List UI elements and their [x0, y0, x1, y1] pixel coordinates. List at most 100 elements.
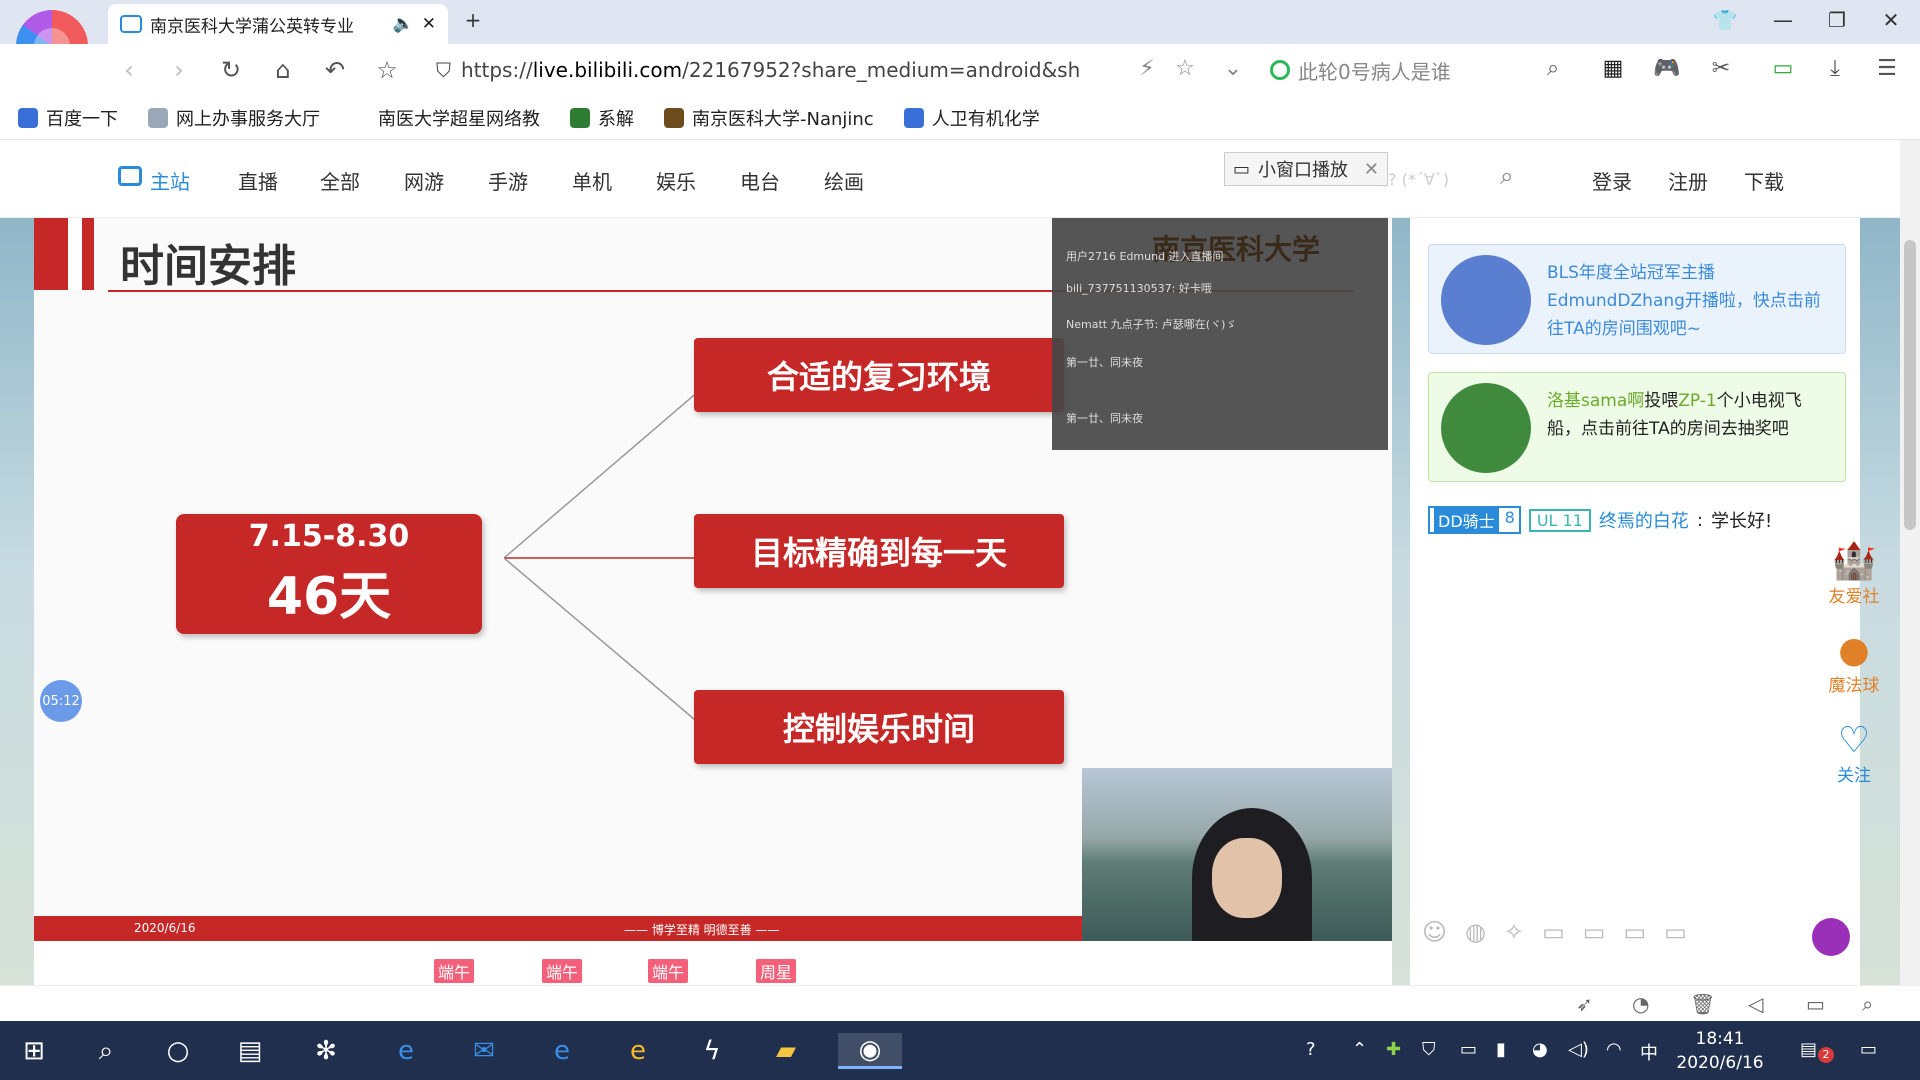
help-icon[interactable]: ?: [1306, 1039, 1316, 1060]
widget-follow[interactable]: ♡ 关注: [1816, 720, 1892, 786]
download-icon[interactable]: ⤓: [1818, 56, 1852, 81]
restore-button[interactable]: ❐: [1820, 8, 1854, 32]
new-tab-button[interactable]: +: [456, 8, 490, 32]
mail-icon[interactable]: ✉: [462, 1033, 506, 1069]
game-icon[interactable]: 🎮: [1650, 56, 1684, 81]
mic-icon[interactable]: ▮: [1496, 1039, 1506, 1060]
register-link[interactable]: 注册: [1668, 166, 1708, 195]
360-browser-icon[interactable]: e: [616, 1033, 660, 1069]
overlay-chat-line: 第一廿、同未夜: [1066, 412, 1143, 425]
login-link[interactable]: 登录: [1592, 166, 1632, 195]
gift-tag[interactable]: 端午: [542, 959, 583, 983]
battery-tray-icon[interactable]: ▭: [1460, 1039, 1477, 1060]
bookmark-item[interactable]: 人卫有机化学: [903, 105, 1040, 131]
screen-share-icon[interactable]: ▭: [1583, 918, 1606, 946]
browser-tab-active[interactable]: 南京医科大学蒲公英转专业 🔈 ✕: [108, 4, 448, 44]
nav-mobile-games[interactable]: 手游: [488, 166, 528, 195]
wifi-icon[interactable]: ◠: [1606, 1039, 1622, 1060]
bookmark-item[interactable]: 百度一下: [18, 105, 118, 131]
page-scrollbar[interactable]: [1900, 140, 1920, 1000]
forward-icon[interactable]: ›: [162, 56, 196, 84]
chat-bubble-icon[interactable]: [1812, 918, 1850, 956]
ie-browser-icon[interactable]: e: [384, 1033, 428, 1069]
home-icon[interactable]: ⌂: [266, 56, 300, 84]
edge-icon[interactable]: e: [540, 1033, 584, 1069]
broadcast-notice[interactable]: BLS年度全站冠军主播EdmundDZhang开播啦，快点击前往TA的房间围观吧…: [1428, 244, 1846, 354]
windows-grid-icon[interactable]: ▦: [1596, 56, 1630, 81]
gift-tag[interactable]: 端午: [648, 959, 689, 983]
bookmark-item[interactable]: 南京医科大学-Nanjinc: [664, 105, 874, 131]
bookmark-item[interactable]: 南医大学超星网络教: [350, 105, 540, 131]
window-icon[interactable]: ▭: [1623, 918, 1646, 946]
bookmark-item[interactable]: 系解: [570, 105, 634, 131]
lightning-icon[interactable]: ⚡: [1130, 56, 1164, 81]
zoom-icon[interactable]: ⌕: [1862, 992, 1873, 1016]
gift-notice[interactable]: 洛基sama啊投喂ZP-1个小电视飞船，点击前往TA的房间去抽奖吧: [1428, 372, 1846, 482]
taskbar-clock[interactable]: 18:41 2020/6/16: [1660, 1027, 1780, 1075]
tray-expand-icon[interactable]: ⌃: [1352, 1039, 1367, 1060]
start-button-icon[interactable]: ⊞: [12, 1033, 56, 1069]
scrollbar-thumb[interactable]: [1904, 240, 1916, 530]
nav-drawing[interactable]: 绘画: [824, 166, 864, 195]
skin-icon[interactable]: 👕: [1708, 8, 1742, 32]
window-icon[interactable]: ▭: [1806, 992, 1825, 1016]
fan-medal[interactable]: DD骑士 8: [1428, 506, 1521, 534]
notes-icon[interactable]: ▤: [1800, 1039, 1817, 1060]
bookmark-star-icon[interactable]: ☆: [1168, 56, 1202, 81]
camera-icon[interactable]: ▭: [1664, 918, 1687, 946]
battery-icon[interactable]: ▭: [1766, 56, 1800, 81]
search-icon[interactable]: ⌕: [1536, 56, 1570, 81]
search-field[interactable]: 此轮0号病人是谁: [1270, 52, 1580, 88]
widget-fan-club[interactable]: 🏰 友爱社: [1816, 540, 1892, 607]
nav-all[interactable]: 全部: [320, 166, 360, 195]
minimize-button[interactable]: —: [1766, 8, 1800, 32]
browser-taskbar-icon[interactable]: ◉: [838, 1033, 902, 1069]
bolt-app-icon[interactable]: ϟ: [690, 1033, 734, 1069]
volume-icon[interactable]: ◁: [1748, 992, 1763, 1016]
favorite-star-icon[interactable]: ☆: [370, 56, 404, 84]
speaker-tray-icon[interactable]: ◁): [1568, 1039, 1589, 1060]
emoji-icon[interactable]: ☺: [1422, 918, 1447, 946]
taskbar-search-icon[interactable]: ⌕: [84, 1033, 128, 1069]
gift-tag[interactable]: 端午: [434, 959, 475, 983]
bookmark-item[interactable]: 网上办事服务大厅: [148, 105, 320, 131]
file-explorer-icon[interactable]: ▰: [764, 1033, 808, 1069]
close-window-button[interactable]: ✕: [1874, 8, 1908, 32]
palette-icon[interactable]: ◍: [1465, 918, 1486, 946]
qq-icon[interactable]: ◕: [1532, 1039, 1548, 1060]
back-icon[interactable]: ‹: [112, 56, 146, 84]
cortana-icon[interactable]: ○: [156, 1033, 200, 1069]
site-search-icon[interactable]: ⌕: [1500, 162, 1513, 190]
nav-online-games[interactable]: 网游: [404, 166, 444, 195]
screen-icon[interactable]: ▭: [1542, 918, 1565, 946]
nav-entertainment[interactable]: 娱乐: [656, 166, 696, 195]
speaker-icon[interactable]: 🔈: [393, 14, 414, 34]
scissors-icon[interactable]: ✂: [1704, 56, 1738, 81]
url-field[interactable]: ⛉ https://live.bilibili.com/22167952?sha…: [436, 52, 1246, 88]
sparkle-icon[interactable]: ✧: [1504, 918, 1524, 946]
app-tray-icon[interactable]: ✚: [1386, 1039, 1401, 1060]
ime-indicator[interactable]: 中: [1640, 1039, 1658, 1065]
tab-close-icon[interactable]: ✕: [422, 14, 436, 34]
nav-main-site[interactable]: 主站: [150, 166, 190, 195]
nav-single-player[interactable]: 单机: [572, 166, 612, 195]
trash-icon[interactable]: 🗑: [1690, 992, 1715, 1016]
rocket-icon[interactable]: ➶: [1576, 992, 1593, 1016]
undo-icon[interactable]: ↶: [318, 56, 352, 84]
task-view-icon[interactable]: ▤: [228, 1033, 272, 1069]
mini-window-play-button[interactable]: ▭ 小窗口播放 ✕: [1224, 152, 1388, 186]
widget-magic-ball[interactable]: ● 魔法球: [1816, 630, 1892, 696]
download-link[interactable]: 下载: [1744, 166, 1784, 195]
nav-radio[interactable]: 电台: [740, 166, 780, 195]
shield-icon[interactable]: ⛉: [1422, 1039, 1436, 1060]
action-center-icon[interactable]: ▭: [1860, 1039, 1877, 1060]
nav-live[interactable]: 直播: [238, 166, 278, 195]
dropdown-chevron-icon[interactable]: ⌄: [1216, 56, 1250, 81]
reload-icon[interactable]: ↻: [214, 56, 248, 84]
menu-icon[interactable]: ☰: [1870, 56, 1904, 81]
app-pinwheel-icon[interactable]: ✻: [304, 1033, 348, 1069]
chat-username[interactable]: 终焉的白花: [1599, 507, 1689, 533]
close-mini-icon[interactable]: ✕: [1364, 159, 1379, 180]
speed-icon[interactable]: ◔: [1632, 992, 1649, 1016]
gift-tag[interactable]: 周星: [756, 959, 797, 983]
